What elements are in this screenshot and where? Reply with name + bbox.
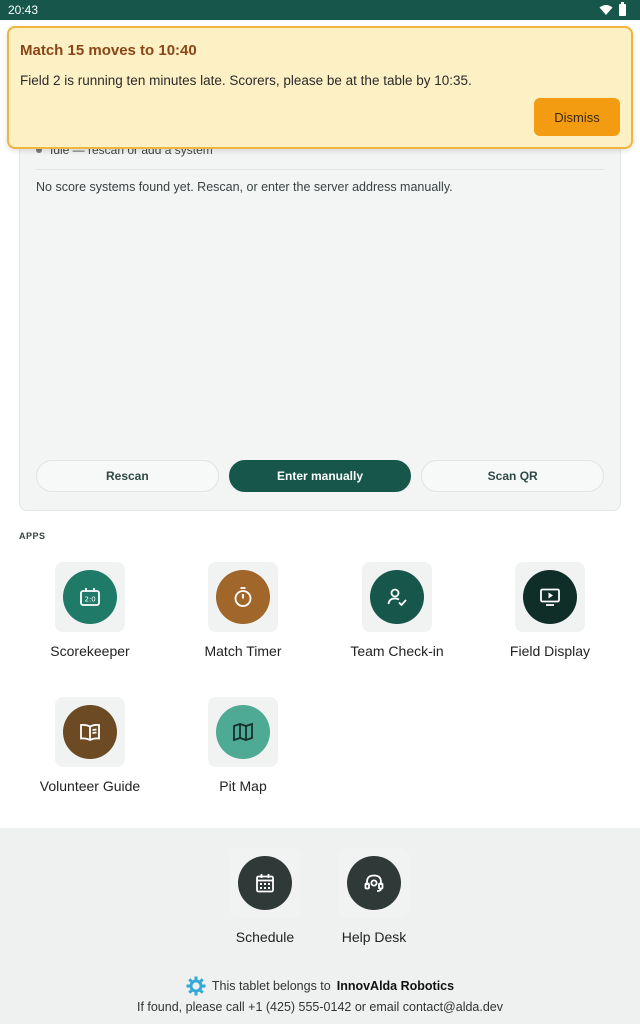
empty-state-message: No score systems found yet. Rescan, or e… — [36, 180, 453, 194]
status-time: 20:43 — [8, 3, 39, 17]
discovery-actions: Rescan Enter manually Scan QR — [36, 460, 605, 492]
app-tile[interactable] — [208, 697, 278, 767]
calendar-icon — [238, 856, 292, 910]
contact-info: If found, please call +1 (425) 555-0142 … — [136, 1000, 504, 1014]
app-tile[interactable] — [515, 562, 585, 632]
enter-manually-button[interactable]: Enter manually — [228, 460, 412, 492]
scoreboard-icon: 2:0 — [63, 570, 117, 624]
wifi-icon — [599, 5, 613, 15]
app-tile[interactable] — [55, 697, 125, 767]
person-check-icon — [370, 570, 424, 624]
shortcut-tile[interactable] — [230, 848, 300, 918]
scan-qr-button[interactable]: Scan QR — [421, 460, 605, 492]
app-scorekeeper[interactable]: 2:0 Scorekeeper — [15, 562, 165, 659]
shortcut-help-desk[interactable]: Help Desk — [299, 848, 449, 945]
shortcut-label: Schedule — [235, 929, 295, 945]
app-label: Pit Map — [219, 778, 267, 794]
book-icon — [63, 705, 117, 759]
map-icon — [216, 705, 270, 759]
timer-icon — [216, 570, 270, 624]
app-tile[interactable]: 2:0 — [55, 562, 125, 632]
dismiss-button[interactable]: Dismiss — [534, 98, 620, 136]
app-volunteer-guide[interactable]: Volunteer Guide — [15, 697, 165, 794]
banner-title: Match 15 moves to 10:40 — [20, 42, 197, 59]
owner-name: InnovAlda Robotics — [336, 979, 455, 993]
app-field-display[interactable]: Field Display — [475, 562, 625, 659]
apps-section-label: APPS — [19, 531, 46, 541]
shortcut-label: Help Desk — [341, 929, 407, 945]
app-label: Field Display — [509, 643, 591, 659]
app-match-timer[interactable]: Match Timer — [168, 562, 318, 659]
app-team-check-in[interactable]: Team Check-in — [322, 562, 472, 659]
app-label: Match Timer — [204, 643, 282, 659]
banner-message: Field 2 is running ten minutes late. Sco… — [20, 73, 472, 88]
owner-prefix: This tablet belongs to — [211, 979, 331, 993]
server-discovery-card: Idle — rescan or add a system No score s… — [19, 120, 621, 511]
app-tile[interactable] — [208, 562, 278, 632]
gear-logo-icon — [186, 976, 206, 996]
headset-icon — [347, 856, 401, 910]
app-label: Team Check-in — [350, 643, 444, 659]
rescan-button[interactable]: Rescan — [36, 460, 219, 492]
owner-line: This tablet belongs to InnovAlda Robotic… — [0, 976, 640, 996]
app-label: Scorekeeper — [50, 643, 130, 659]
footer: Schedule Help Desk This tablet belongs t… — [0, 828, 640, 1024]
svg-text:2:0: 2:0 — [85, 596, 96, 604]
app-tile[interactable] — [362, 562, 432, 632]
battery-icon — [619, 2, 626, 16]
display-play-icon — [523, 570, 577, 624]
app-pit-map[interactable]: Pit Map — [168, 697, 318, 794]
app-label: Volunteer Guide — [39, 778, 141, 794]
status-bar: 20:43 — [0, 0, 640, 20]
notification-banner: Match 15 moves to 10:40 Field 2 is runni… — [7, 26, 633, 149]
shortcut-tile[interactable] — [339, 848, 409, 918]
divider — [36, 169, 604, 170]
